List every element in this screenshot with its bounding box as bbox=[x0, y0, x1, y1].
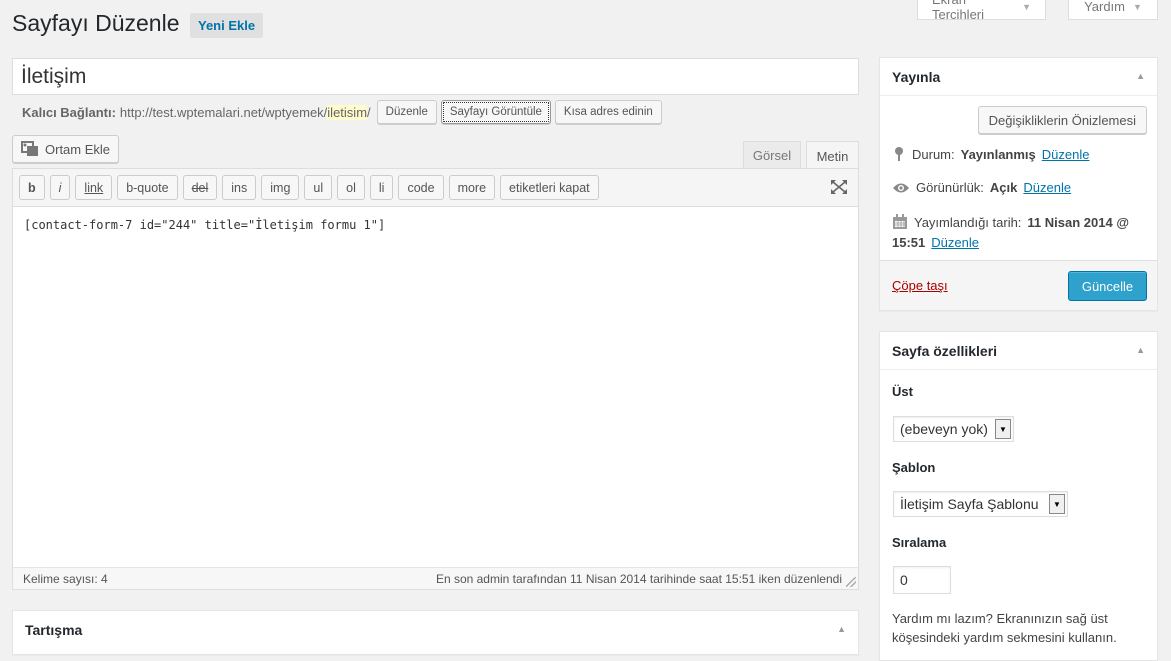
qt-bold-button[interactable]: b bbox=[19, 175, 45, 200]
attributes-header-divider bbox=[880, 369, 1157, 370]
publish-box: Yayınla ▲ Değişikliklerin Önizlemesi Dur… bbox=[879, 57, 1158, 311]
screen-options-label: Ekran Tercihleri bbox=[932, 0, 985, 22]
eye-icon bbox=[893, 183, 909, 192]
post-title-input[interactable]: İletişim bbox=[12, 58, 859, 95]
edit-permalink-button[interactable]: Düzenle bbox=[376, 100, 437, 124]
page-attributes-box: Sayfa özellikleri ▲ Üst (ebeveyn yok) ▼ … bbox=[879, 331, 1158, 661]
permalink-trail: / bbox=[367, 104, 371, 120]
editor-content[interactable]: [contact-form-7 id="244" title="İletişim… bbox=[24, 218, 385, 232]
publish-header-divider bbox=[880, 95, 1157, 96]
order-label: Sıralama bbox=[892, 535, 947, 550]
screen-options-tab[interactable]: Ekran Tercihleri ▼ bbox=[917, 0, 1046, 22]
visibility-row: Görünürlük: Açık Düzenle bbox=[892, 180, 1071, 195]
qt-blockquote-button[interactable]: b-quote bbox=[117, 175, 178, 200]
qt-del-button[interactable]: del bbox=[182, 175, 218, 200]
permalink-slug: iletisim bbox=[327, 104, 368, 120]
help-text-line-1: Yardım mı lazım? Ekranınızın sağ üst bbox=[892, 611, 1108, 626]
status-value: Yayınlanmış bbox=[960, 146, 1036, 162]
publish-actions: Çöpe taşı Güncelle bbox=[880, 260, 1157, 310]
published-value-date: 11 Nisan 2014 @ bbox=[1027, 214, 1129, 230]
qt-ol-button[interactable]: ol bbox=[337, 175, 365, 200]
media-icon bbox=[21, 141, 38, 156]
template-select-value: İletişim Sayfa Şablonu bbox=[900, 496, 1039, 512]
discussion-title: Tartışma bbox=[25, 622, 83, 638]
update-button[interactable]: Güncelle bbox=[1068, 271, 1147, 301]
calendar-icon bbox=[893, 214, 907, 229]
published-label: Yayımlandığı tarih: bbox=[914, 214, 1022, 230]
edit-status-link[interactable]: Düzenle bbox=[1042, 147, 1090, 162]
chevron-down-icon: ▼ bbox=[1133, 1, 1142, 12]
quicktags-toolbar: b i link b-quote del ins img ul ol li co… bbox=[13, 169, 858, 207]
qt-italic-button[interactable]: i bbox=[49, 175, 71, 200]
discussion-box: Tartışma ▲ bbox=[12, 610, 859, 655]
edit-date-link[interactable]: Düzenle bbox=[931, 235, 979, 250]
qt-link-button[interactable]: link bbox=[75, 175, 113, 200]
page-title: Sayfayı Düzenle bbox=[12, 10, 180, 36]
get-shortlink-button[interactable]: Kısa adres edinin bbox=[554, 100, 662, 124]
parent-select[interactable]: (ebeveyn yok) ▼ bbox=[893, 416, 1014, 442]
dropdown-arrow-icon: ▼ bbox=[1049, 494, 1065, 514]
parent-select-value: (ebeveyn yok) bbox=[900, 421, 988, 437]
status-label: Durum: bbox=[912, 146, 955, 162]
trash-link[interactable]: Çöpe taşı bbox=[892, 278, 948, 293]
edit-visibility-link[interactable]: Düzenle bbox=[1023, 180, 1071, 195]
toggle-icon[interactable]: ▲ bbox=[1136, 345, 1145, 355]
qt-more-button[interactable]: more bbox=[448, 175, 496, 200]
template-label: Şablon bbox=[892, 460, 936, 475]
add-media-button[interactable]: Ortam Ekle bbox=[12, 135, 120, 163]
permalink-base: http://test.wptemalari.net/wptyemek/ bbox=[119, 104, 328, 120]
resize-handle-icon[interactable] bbox=[846, 577, 856, 587]
help-text-line-2: köşesindeki yardım sekmesini kullanın. bbox=[892, 630, 1117, 645]
preview-changes-button[interactable]: Değişikliklerin Önizlemesi bbox=[977, 106, 1147, 134]
published-value-time: 15:51 bbox=[892, 235, 926, 250]
toggle-icon[interactable]: ▲ bbox=[837, 624, 846, 634]
qt-ul-button[interactable]: ul bbox=[304, 175, 333, 200]
qt-close-tags-button[interactable]: etiketleri kapat bbox=[500, 175, 599, 200]
visibility-label: Görünürlük: bbox=[916, 180, 984, 195]
template-select[interactable]: İletişim Sayfa Şablonu ▼ bbox=[893, 491, 1068, 517]
qt-ins-button[interactable]: ins bbox=[222, 175, 257, 200]
qt-code-button[interactable]: code bbox=[398, 175, 444, 200]
word-count: Kelime sayısı: 4 bbox=[23, 572, 108, 586]
fullscreen-icon[interactable] bbox=[830, 179, 848, 198]
pin-icon bbox=[895, 147, 903, 161]
permalink-url[interactable]: http://test.wptemalari.net/wptyemek/ilet… bbox=[119, 104, 371, 120]
help-label: Yardım bbox=[1084, 0, 1125, 14]
add-new-button[interactable]: Yeni Ekle bbox=[190, 13, 264, 38]
permalink-row: Kalıcı Bağlantı: http://test.wptemalari.… bbox=[22, 100, 662, 124]
editor-status-bar: Kelime sayısı: 4 En son admin tarafından… bbox=[13, 567, 858, 589]
publish-title: Yayınla bbox=[892, 69, 941, 85]
dropdown-arrow-icon: ▼ bbox=[995, 419, 1011, 439]
help-tab[interactable]: Yardım ▼ bbox=[1068, 0, 1158, 20]
editor: b i link b-quote del ins img ul ol li co… bbox=[12, 168, 859, 590]
visibility-value: Açık bbox=[989, 180, 1018, 195]
tab-visual[interactable]: Görsel bbox=[743, 141, 801, 169]
add-media-label: Ortam Ekle bbox=[45, 141, 111, 157]
page-attributes-title: Sayfa özellikleri bbox=[892, 343, 998, 359]
tab-text[interactable]: Metin bbox=[806, 141, 859, 170]
permalink-label: Kalıcı Bağlantı: bbox=[22, 104, 116, 120]
toggle-icon[interactable]: ▲ bbox=[1136, 71, 1145, 81]
parent-label: Üst bbox=[892, 384, 913, 399]
last-edit-info: En son admin tarafından 11 Nisan 2014 ta… bbox=[435, 572, 842, 586]
order-input[interactable]: 0 bbox=[893, 566, 951, 594]
published-date-row: Yayımlandığı tarih: 11 Nisan 2014 @ bbox=[892, 214, 1129, 230]
qt-img-button[interactable]: img bbox=[261, 175, 300, 200]
qt-li-button[interactable]: li bbox=[369, 175, 394, 200]
chevron-down-icon: ▼ bbox=[1022, 1, 1031, 12]
status-row: Durum: Yayınlanmış Düzenle bbox=[892, 146, 1089, 162]
view-page-button[interactable]: Sayfayı Görüntüle bbox=[440, 100, 551, 124]
published-date-row-2: 15:51 Düzenle bbox=[892, 235, 979, 250]
